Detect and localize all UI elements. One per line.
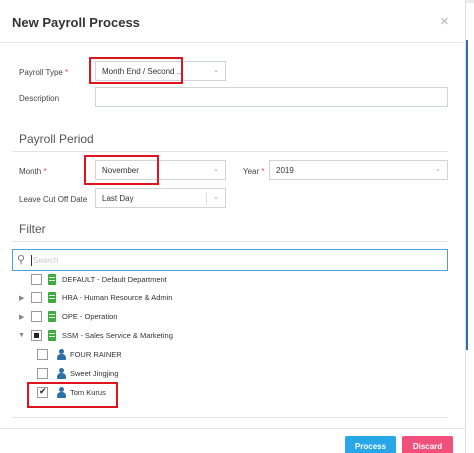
highlight-box (27, 382, 118, 408)
department-icon (48, 292, 56, 303)
checkbox[interactable] (31, 274, 42, 285)
dialog-title: New Payroll Process (12, 15, 140, 30)
search-icon: ⚲ (17, 254, 26, 266)
leave-cutoff-select[interactable]: Last Day ⌄ (95, 188, 226, 208)
tree-item-ope[interactable]: ▶ OPE - Operation (12, 310, 448, 326)
leave-cutoff-value: Last Day (102, 194, 134, 203)
close-icon[interactable]: × (440, 13, 449, 30)
department-icon (48, 330, 56, 341)
required-mark: * (261, 167, 265, 176)
background-page-edge (466, 40, 468, 350)
tree-item-label: DEFAULT - Default Department (62, 275, 167, 284)
year-label-text: Year (243, 167, 260, 176)
highlight-box (89, 57, 183, 84)
tree-item-label: HRA - Human Resource & Admin (62, 293, 173, 302)
tree-item-ssm[interactable]: ▼ SSM - Sales Service & Marketing (12, 329, 448, 345)
checkbox[interactable] (37, 349, 48, 360)
select-divider (206, 192, 207, 205)
highlight-box (84, 155, 159, 185)
collapse-arrow-icon[interactable]: ▼ (18, 332, 25, 339)
checkbox-partial[interactable] (31, 330, 42, 341)
tree-item-sweet-jingjing[interactable]: Sweet Jingjing (12, 367, 448, 383)
tree-item-four-rainer[interactable]: FOUR RAINER (12, 348, 448, 364)
payroll-period-heading: Payroll Period (19, 132, 94, 146)
payroll-dialog: New Payroll Process × Payroll Type * Mon… (0, 0, 466, 453)
chevron-down-icon: ⌄ (213, 67, 219, 74)
year-value: 2019 (276, 166, 294, 175)
tree-item-default[interactable]: DEFAULT - Default Department (12, 273, 448, 289)
payroll-type-label: Payroll Type * (19, 68, 68, 77)
tree-item-label: Sweet Jingjing (70, 369, 119, 378)
section-divider (12, 241, 448, 242)
department-icon (48, 274, 56, 285)
month-label-text: Month (19, 167, 42, 176)
user-icon (57, 349, 66, 360)
chevron-down-icon: ⌄ (213, 166, 219, 173)
search-input[interactable] (33, 253, 433, 267)
chevron-down-icon: ⌄ (213, 194, 219, 201)
checkbox[interactable] (31, 292, 42, 303)
discard-button[interactable]: Discard (402, 436, 453, 453)
expand-arrow-icon[interactable]: ▶ (19, 294, 24, 302)
description-field[interactable] (95, 87, 448, 107)
required-mark: * (65, 68, 69, 77)
section-divider (12, 417, 448, 418)
filter-search-box[interactable]: ⚲ (12, 249, 448, 271)
description-label: Description (19, 94, 60, 103)
year-label: Year * (243, 167, 265, 176)
expand-arrow-icon[interactable]: ▶ (19, 313, 24, 321)
filter-heading: Filter (19, 222, 46, 236)
tree-item-hra[interactable]: ▶ HRA - Human Resource & Admin (12, 291, 448, 307)
text-cursor (31, 255, 32, 266)
tree-item-label: SSM - Sales Service & Marketing (62, 331, 173, 340)
year-select[interactable]: 2019 ⌄ (269, 160, 448, 180)
user-icon (57, 368, 66, 379)
chevron-down-icon: ⌄ (435, 166, 441, 173)
checkbox[interactable] (37, 368, 48, 379)
leave-cutoff-label: Leave Cut Off Date (19, 195, 88, 204)
tree-item-label: OPE - Operation (62, 312, 118, 321)
dialog-header: New Payroll Process × (0, 3, 466, 43)
month-label: Month * (19, 167, 47, 176)
required-mark: * (43, 167, 47, 176)
department-icon (48, 311, 56, 322)
checkbox[interactable] (31, 311, 42, 322)
tree-item-label: FOUR RAINER (70, 350, 122, 359)
footer-divider (0, 428, 466, 429)
section-divider (12, 151, 448, 152)
process-button[interactable]: Process (345, 436, 396, 453)
payroll-type-label-text: Payroll Type (19, 68, 63, 77)
